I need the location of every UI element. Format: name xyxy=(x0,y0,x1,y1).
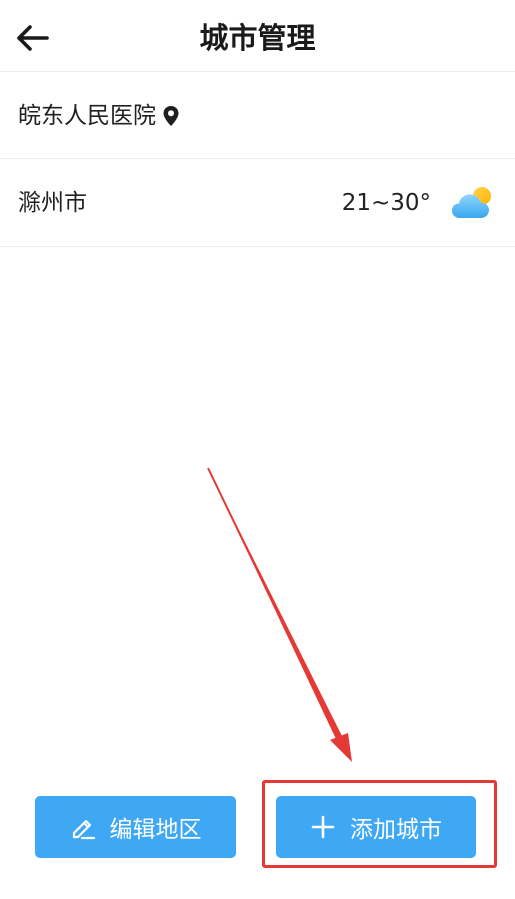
add-city-label: 添加城市 xyxy=(350,817,442,843)
plus-icon xyxy=(311,815,335,839)
temperature-range: 21~30° xyxy=(341,190,431,216)
partly-cloudy-icon xyxy=(452,187,491,218)
pencil-icon xyxy=(72,819,95,840)
edit-region-button[interactable]: 编辑地区 xyxy=(35,796,236,858)
add-city-button[interactable]: 添加城市 xyxy=(276,796,476,858)
location-label-wrap: 皖东人民医院 xyxy=(18,101,180,131)
location-label: 皖东人民医院 xyxy=(18,103,156,129)
city-name: 滁州市 xyxy=(18,190,87,216)
map-pin-icon xyxy=(163,106,179,126)
header-bar: 城市管理 xyxy=(0,0,515,72)
city-row[interactable]: 滁州市 21~30° xyxy=(0,159,515,247)
city-management-screen: 城市管理 皖东人民医院 滁州市 21~30° 编辑地区 添加城市 xyxy=(0,0,515,899)
page-title: 城市管理 xyxy=(199,21,316,55)
edit-region-label: 编辑地区 xyxy=(109,817,202,843)
location-row[interactable]: 皖东人民医院 xyxy=(0,72,515,159)
